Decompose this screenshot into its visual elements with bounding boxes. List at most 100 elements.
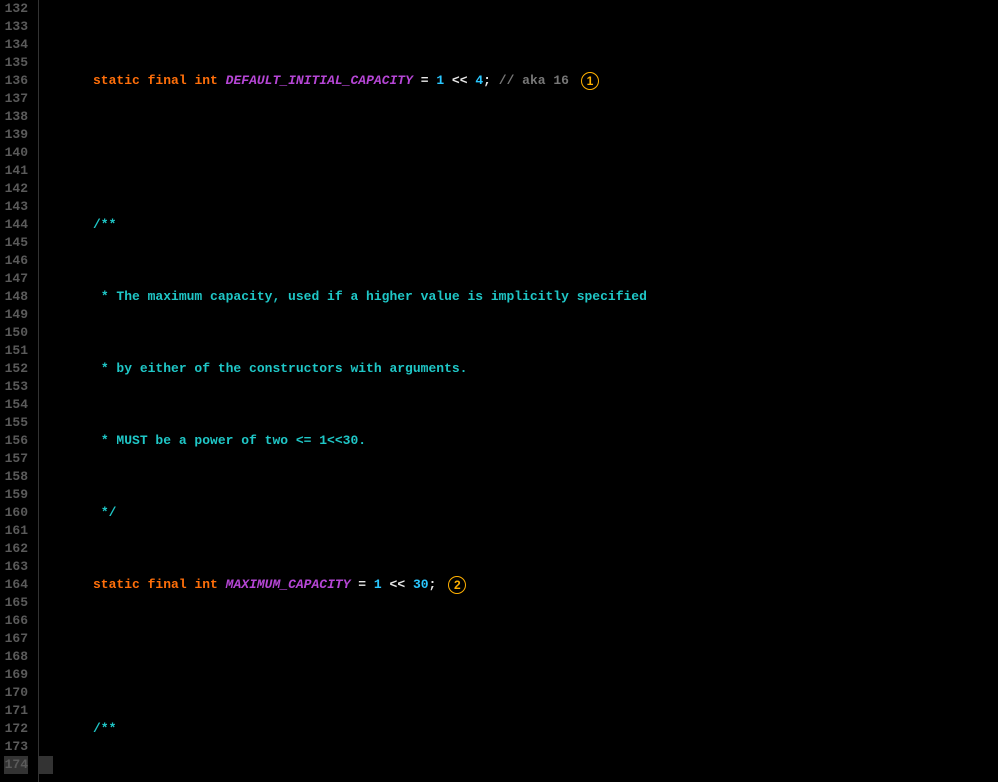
line-number: 138 — [4, 108, 28, 126]
javadoc-text: * MUST be a power of two <= 1<<30. — [93, 432, 366, 450]
fold-gutter-cell — [39, 54, 53, 72]
line-number: 154 — [4, 396, 28, 414]
line-number: 161 — [4, 522, 28, 540]
fold-gutter-cell — [39, 450, 53, 468]
line-number: 162 — [4, 540, 28, 558]
line-number: 160 — [4, 504, 28, 522]
line-number: 153 — [4, 378, 28, 396]
line-number: 164 — [4, 576, 28, 594]
line-number: 167 — [4, 630, 28, 648]
code-line[interactable]: static final int DEFAULT_INITIAL_CAPACIT… — [57, 72, 998, 90]
line-number: 143 — [4, 198, 28, 216]
fold-gutter-cell — [39, 414, 53, 432]
line-number: 148 — [4, 288, 28, 306]
line-number: 159 — [4, 486, 28, 504]
line-number: 149 — [4, 306, 28, 324]
javadoc-close: */ — [93, 504, 116, 522]
line-number: 146 — [4, 252, 28, 270]
fold-gutter-cell — [39, 684, 53, 702]
line-number: 142 — [4, 180, 28, 198]
fold-gutter-cell — [39, 468, 53, 486]
line-number: 157 — [4, 450, 28, 468]
line-number: 150 — [4, 324, 28, 342]
line-number: 144 — [4, 216, 28, 234]
code-line[interactable]: static final int MAXIMUM_CAPACITY = 1 <<… — [57, 576, 998, 594]
fold-gutter-cell — [39, 0, 53, 18]
line-number: 156 — [4, 432, 28, 450]
fold-gutter-cell — [39, 126, 53, 144]
javadoc-open: /** — [93, 216, 116, 234]
code-area[interactable]: static final int DEFAULT_INITIAL_CAPACIT… — [53, 0, 998, 782]
line-number: 132 — [4, 0, 28, 18]
fold-gutter-cell — [39, 396, 53, 414]
fold-gutter-cell — [39, 108, 53, 126]
fold-gutter-cell — [39, 360, 53, 378]
fold-gutter-cell — [39, 720, 53, 738]
line-number: 140 — [4, 144, 28, 162]
code-line[interactable]: */ — [57, 504, 998, 522]
code-line[interactable]: /** — [57, 216, 998, 234]
fold-gutter-cell — [39, 486, 53, 504]
line-number: 136 — [4, 72, 28, 90]
fold-gutter-cell — [39, 648, 53, 666]
fold-gutter-cell — [39, 306, 53, 324]
line-number: 173 — [4, 738, 28, 756]
line-number: 134 — [4, 36, 28, 54]
line-number: 135 — [4, 54, 28, 72]
line-number: 166 — [4, 612, 28, 630]
code-line[interactable] — [57, 648, 998, 666]
line-number: 147 — [4, 270, 28, 288]
line-number: 152 — [4, 360, 28, 378]
line-number: 170 — [4, 684, 28, 702]
fold-gutter-cell — [39, 540, 53, 558]
fold-gutter-cell — [39, 702, 53, 720]
line-number: 139 — [4, 126, 28, 144]
code-editor: 1321331341351361371381391401411421431441… — [0, 0, 998, 782]
fold-gutter-cell — [39, 504, 53, 522]
fold-gutter-cell — [39, 72, 53, 90]
line-number: 165 — [4, 594, 28, 612]
fold-gutter-cell — [39, 756, 53, 774]
fold-gutter-cell[interactable] — [39, 252, 53, 270]
line-number-gutter: 1321331341351361371381391401411421431441… — [0, 0, 38, 782]
fold-gutter-cell — [39, 576, 53, 594]
fold-gutter-cell[interactable] — [39, 432, 53, 450]
code-line[interactable]: * by either of the constructors with arg… — [57, 360, 998, 378]
javadoc-text: * by either of the constructors with arg… — [93, 360, 467, 378]
fold-gutter-cell — [39, 198, 53, 216]
code-line[interactable]: * MUST be a power of two <= 1<<30. — [57, 432, 998, 450]
code-line[interactable]: * The maximum capacity, used if a higher… — [57, 288, 998, 306]
line-number: 155 — [4, 414, 28, 432]
keyword-final: final — [148, 73, 187, 88]
fold-gutter-cell — [39, 144, 53, 162]
fold-gutter-cell[interactable] — [39, 522, 53, 540]
const-default-initial-capacity: DEFAULT_INITIAL_CAPACITY — [226, 73, 413, 88]
code-line[interactable]: /** — [57, 720, 998, 738]
fold-gutter-cell — [39, 630, 53, 648]
javadoc-text: * The maximum capacity, used if a higher… — [93, 288, 647, 306]
line-number: 158 — [4, 468, 28, 486]
fold-gutter-cell — [39, 234, 53, 252]
fold-gutter-cell — [39, 90, 53, 108]
type-int: int — [194, 73, 217, 88]
fold-gutter-cell[interactable] — [39, 162, 53, 180]
fold-gutter-cell[interactable] — [39, 666, 53, 684]
fold-gutter-cell — [39, 216, 53, 234]
fold-gutter-cell — [39, 594, 53, 612]
annotation-marker-2: 2 — [448, 576, 466, 594]
fold-gutter-cell[interactable] — [39, 36, 53, 54]
code-line[interactable] — [57, 144, 998, 162]
fold-gutter-cell — [39, 738, 53, 756]
fold-gutter-cell — [39, 324, 53, 342]
line-number: 171 — [4, 702, 28, 720]
fold-gutter-cell[interactable] — [39, 342, 53, 360]
keyword-static: static — [93, 73, 140, 88]
line-number: 133 — [4, 18, 28, 36]
line-number: 145 — [4, 234, 28, 252]
fold-gutter-cell — [39, 612, 53, 630]
const-maximum-capacity: MAXIMUM_CAPACITY — [226, 577, 351, 592]
line-number: 174 — [4, 756, 28, 774]
line-number: 151 — [4, 342, 28, 360]
fold-gutter-cell — [39, 270, 53, 288]
fold-gutter-cell — [39, 378, 53, 396]
